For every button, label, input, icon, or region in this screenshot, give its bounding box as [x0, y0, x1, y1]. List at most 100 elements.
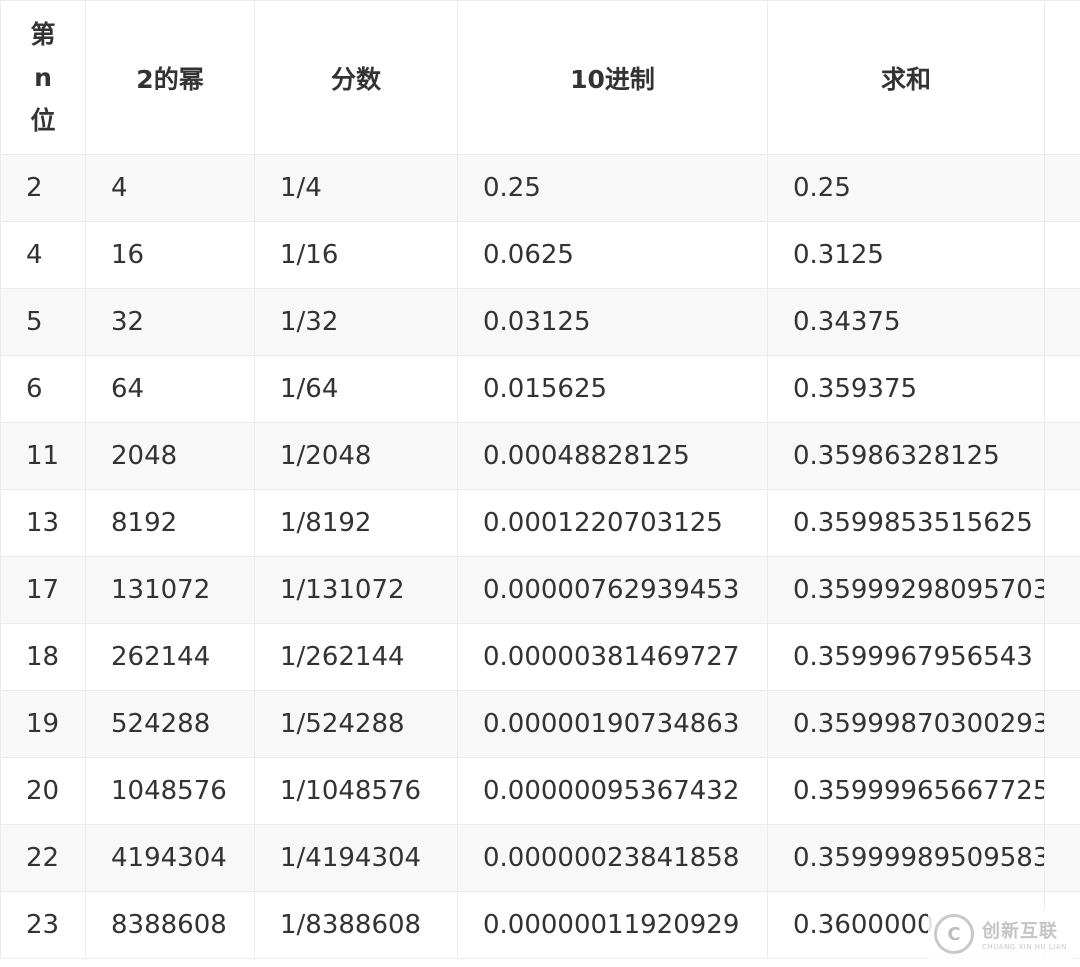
cell-filler	[1044, 489, 1080, 557]
table-row: 19 524288 1/524288 0.00000190734863 0.359998…	[0, 690, 1080, 758]
cell-sum: 0.35999298095703	[767, 556, 1045, 624]
cell-sum: 0.359375	[767, 355, 1045, 423]
cell-sum: 0.35986328125	[767, 422, 1045, 490]
cell-fraction: 1/2048	[254, 422, 458, 490]
header-position-char-3: 位	[30, 106, 56, 135]
cell-decimal: 0.00000762939453	[457, 556, 768, 624]
watermark-subtitle: CHUANG XIN HU LIAN	[982, 943, 1067, 951]
cell-decimal: 0.03125	[457, 288, 768, 356]
cell-filler	[1044, 422, 1080, 490]
cell-sum: 0.35999965667725	[767, 757, 1045, 825]
table-row: 5 32 1/32 0.03125 0.34375	[0, 288, 1080, 356]
cell-fraction: 1/64	[254, 355, 458, 423]
cell-position: 2	[0, 154, 86, 222]
table-row: 13 8192 1/8192 0.0001220703125 0.35998535156…	[0, 489, 1080, 557]
cell-position: 17	[0, 556, 86, 624]
cell-sum: 0.34375	[767, 288, 1045, 356]
cell-position: 22	[0, 824, 86, 892]
cell-fraction: 1/131072	[254, 556, 458, 624]
cell-position: 23	[0, 891, 86, 959]
cell-power: 131072	[85, 556, 255, 624]
cell-fraction: 1/4	[254, 154, 458, 222]
cell-sum: 0.3599853515625	[767, 489, 1045, 557]
cell-decimal: 0.00000381469727	[457, 623, 768, 691]
cell-decimal: 0.00000095367432	[457, 757, 768, 825]
cell-sum: 0.25	[767, 154, 1045, 222]
cell-power: 4	[85, 154, 255, 222]
cell-filler	[1044, 154, 1080, 222]
cell-power: 2048	[85, 422, 255, 490]
cell-sum: 0.35999870300293	[767, 690, 1045, 758]
cell-power: 16	[85, 221, 255, 289]
cell-power: 524288	[85, 690, 255, 758]
cell-position: 13	[0, 489, 86, 557]
header-power-of-two: 2的幂	[85, 0, 255, 155]
cell-position: 19	[0, 690, 86, 758]
cell-decimal: 0.00000011920929	[457, 891, 768, 959]
cell-filler	[1044, 288, 1080, 356]
cell-decimal: 0.25	[457, 154, 768, 222]
table-header: 第 n 位 2的幂 分数 10进制 求和	[0, 0, 1080, 155]
header-position-char-2: n	[34, 63, 52, 92]
data-table: 第 n 位 2的幂 分数 10进制 求和 2 4 1/4 0.25 0.25 4 16 1/1…	[0, 0, 1080, 959]
cell-power: 4194304	[85, 824, 255, 892]
cell-filler	[1044, 556, 1080, 624]
cell-sum: 0.3599967956543	[767, 623, 1045, 691]
cell-decimal: 0.00000190734863	[457, 690, 768, 758]
table-body: 2 4 1/4 0.25 0.25 4 16 1/16 0.0625 0.3125 5 32 1/32 0…	[0, 154, 1080, 959]
table-row: 23 8388608 1/8388608 0.00000011920929 0.3600…	[0, 891, 1080, 959]
cell-fraction: 1/8388608	[254, 891, 458, 959]
header-filler	[1044, 0, 1080, 155]
cell-position: 11	[0, 422, 86, 490]
cell-decimal: 0.00048828125	[457, 422, 768, 490]
cell-power: 8192	[85, 489, 255, 557]
table-row: 17 131072 1/131072 0.00000762939453 0.359992…	[0, 556, 1080, 624]
watermark-name: 创新互联	[982, 921, 1058, 942]
cell-power: 32	[85, 288, 255, 356]
table-row: 22 4194304 1/4194304 0.00000023841858 0.3599…	[0, 824, 1080, 892]
header-position: 第 n 位	[0, 0, 86, 155]
table-row: 6 64 1/64 0.015625 0.359375	[0, 355, 1080, 423]
cell-fraction: 1/524288	[254, 690, 458, 758]
cell-position: 4	[0, 221, 86, 289]
header-decimal: 10进制	[457, 0, 768, 155]
header-sum: 求和	[767, 0, 1045, 155]
cell-fraction: 1/262144	[254, 623, 458, 691]
cell-position: 5	[0, 288, 86, 356]
cell-position: 6	[0, 355, 86, 423]
table-row: 11 2048 1/2048 0.00048828125 0.35986328125	[0, 422, 1080, 490]
cell-filler	[1044, 355, 1080, 423]
cell-filler	[1044, 690, 1080, 758]
cell-power: 1048576	[85, 757, 255, 825]
cell-decimal: 0.00000023841858	[457, 824, 768, 892]
cell-fraction: 1/32	[254, 288, 458, 356]
cell-decimal: 0.0625	[457, 221, 768, 289]
watermark-text: 创新互联 CHUANG XIN HU LIAN	[982, 917, 1067, 951]
cell-fraction: 1/4194304	[254, 824, 458, 892]
cell-power: 262144	[85, 623, 255, 691]
header-position-char-1: 第	[30, 20, 56, 49]
cell-filler	[1044, 824, 1080, 892]
cell-sum: 0.3125	[767, 221, 1045, 289]
table-row: 4 16 1/16 0.0625 0.3125	[0, 221, 1080, 289]
cell-power: 64	[85, 355, 255, 423]
cell-decimal: 0.015625	[457, 355, 768, 423]
cell-position: 20	[0, 757, 86, 825]
watermark: C 创新互联 CHUANG XIN HU LIAN	[928, 909, 1074, 959]
table-row: 18 262144 1/262144 0.00000381469727 0.359996…	[0, 623, 1080, 691]
watermark-logo-icon: C	[934, 914, 974, 954]
cell-filler	[1044, 623, 1080, 691]
cell-filler	[1044, 757, 1080, 825]
cell-decimal: 0.0001220703125	[457, 489, 768, 557]
cell-fraction: 1/1048576	[254, 757, 458, 825]
header-row: 第 n 位 2的幂 分数 10进制 求和	[0, 0, 1080, 155]
table-row: 20 1048576 1/1048576 0.00000095367432 0.3599…	[0, 757, 1080, 825]
cell-filler	[1044, 221, 1080, 289]
header-fraction: 分数	[254, 0, 458, 155]
cell-position: 18	[0, 623, 86, 691]
cell-power: 8388608	[85, 891, 255, 959]
cell-fraction: 1/16	[254, 221, 458, 289]
cell-fraction: 1/8192	[254, 489, 458, 557]
table-row: 2 4 1/4 0.25 0.25	[0, 154, 1080, 222]
cell-sum: 0.35999989509583	[767, 824, 1045, 892]
